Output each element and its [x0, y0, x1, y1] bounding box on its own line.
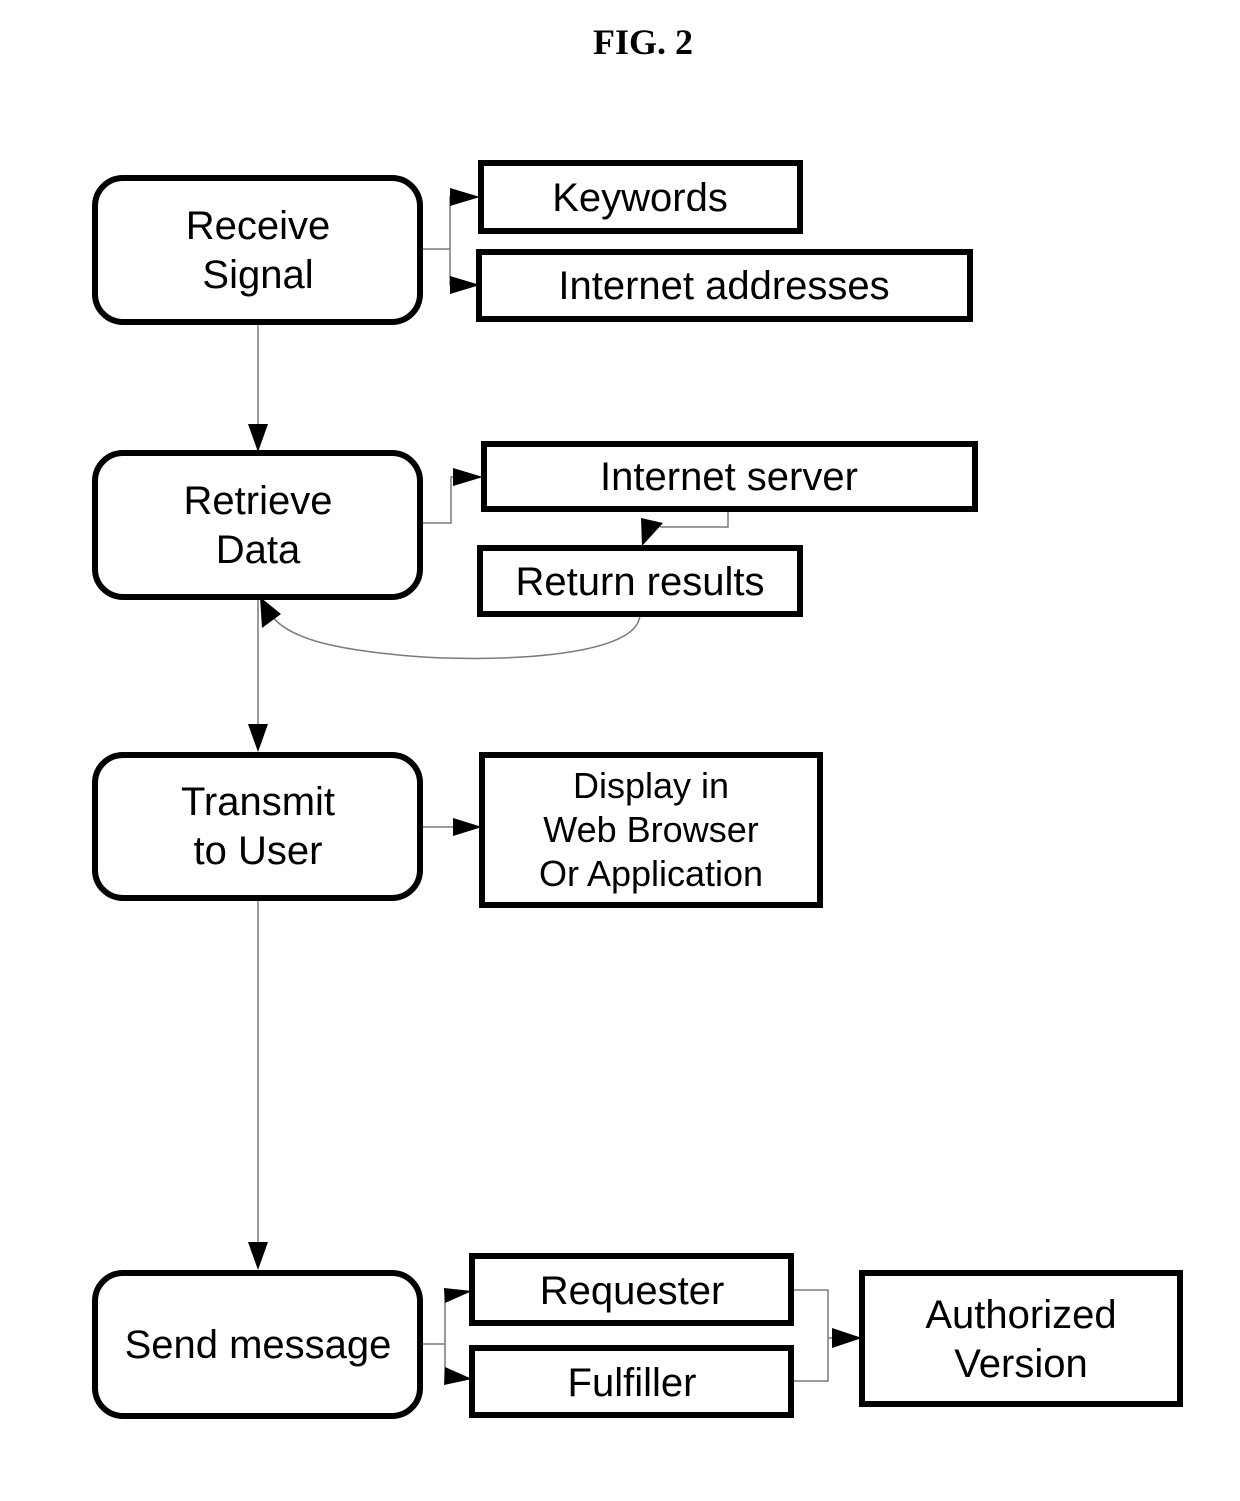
detail-internet-addresses: Internet addresses	[476, 249, 973, 322]
connector-results-to-retrieve	[271, 613, 641, 660]
step-label-line: Receive	[186, 204, 331, 248]
step-label-line: Signal	[202, 253, 313, 297]
step-receive-signal: Receive Signal	[92, 175, 423, 325]
arrowhead-keywords	[450, 188, 480, 206]
detail-label: Fulfiller	[568, 1361, 697, 1405]
step-retrieve-data: Retrieve Data	[92, 450, 423, 600]
step-label-line: Retrieve	[184, 479, 333, 523]
detail-display: Display in Web Browser Or Application	[479, 752, 823, 908]
detail-label: Requester	[540, 1269, 725, 1313]
figure-title: FIG. 2	[593, 22, 693, 62]
step-label-line: Data	[216, 528, 301, 572]
arrowhead-send	[248, 1242, 268, 1270]
arrowhead-requester	[444, 1288, 472, 1303]
flowchart: FIG. 2 Receive Signal Retrieve Data Tran…	[92, 22, 1183, 1419]
detail-keywords: Keywords	[478, 160, 803, 234]
detail-label-line: Or Application	[539, 853, 763, 894]
detail-fulfiller: Fulfiller	[469, 1345, 794, 1418]
detail-return-results: Return results	[477, 545, 803, 617]
detail-label: Keywords	[552, 176, 728, 220]
arrowhead-retrieve-return	[260, 597, 281, 628]
step-label-line: to User	[194, 829, 323, 873]
step-box	[92, 175, 423, 325]
step-box	[92, 450, 423, 600]
detail-label: Internet addresses	[558, 264, 889, 308]
connector-receive-to-keywords	[420, 196, 470, 250]
detail-requester: Requester	[469, 1253, 794, 1326]
step-transmit-to-user: Transmit to User	[92, 752, 423, 901]
arrowhead-server	[453, 468, 483, 486]
detail-label: Internet server	[600, 455, 858, 499]
detail-label-line: Web Browser	[543, 809, 758, 850]
connector-requester-to-authorized	[792, 1289, 829, 1382]
detail-label: Return results	[516, 560, 765, 604]
detail-label-line: Version	[954, 1342, 1087, 1386]
detail-label-line: Display in	[573, 765, 729, 806]
arrowhead-fulfiller	[444, 1367, 472, 1385]
arrowhead-results	[641, 518, 663, 546]
step-label-line: Transmit	[181, 780, 335, 824]
detail-internet-server: Internet server	[481, 441, 978, 512]
arrowhead-addresses	[450, 276, 480, 294]
arrowhead-retrieve	[248, 424, 268, 452]
step-box	[92, 752, 423, 901]
step-label-line: Send message	[125, 1323, 392, 1367]
detail-label-line: Authorized	[925, 1293, 1116, 1337]
arrowhead-transmit	[248, 724, 268, 752]
step-send-message: Send message	[92, 1270, 423, 1419]
detail-authorized-version: Authorized Version	[859, 1270, 1183, 1407]
arrowhead-authorized	[832, 1328, 862, 1348]
arrowhead-display	[453, 818, 482, 836]
